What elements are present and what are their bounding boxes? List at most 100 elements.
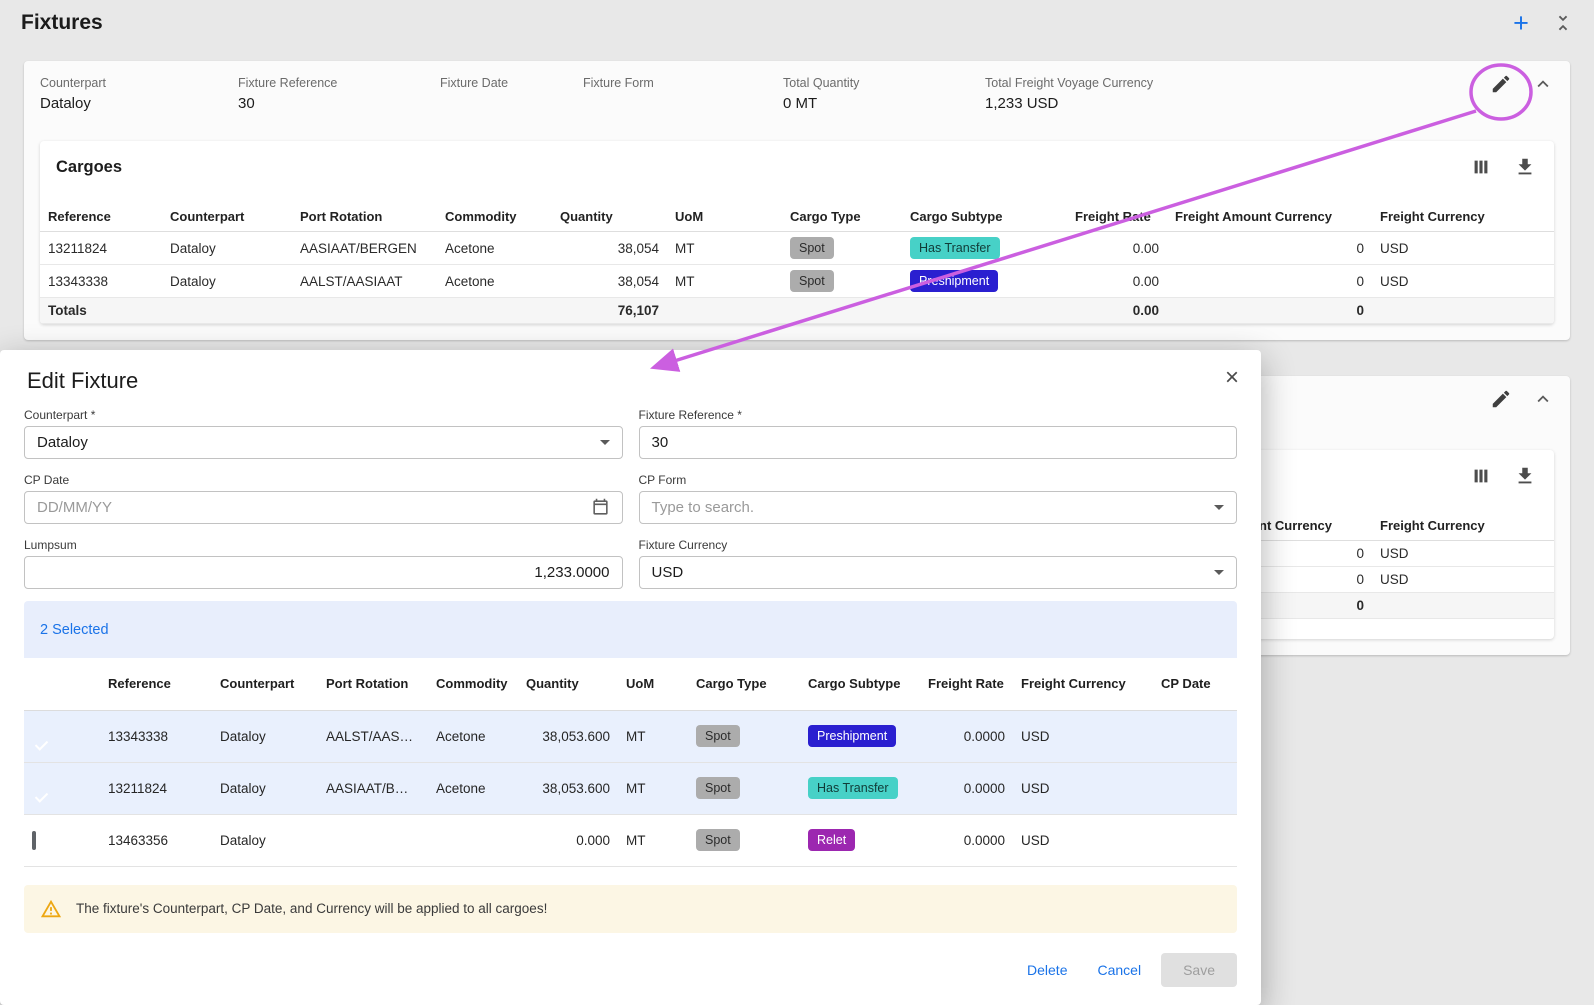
counterpart-label: Counterpart * bbox=[24, 408, 623, 422]
cell-cargo-subtype: Has Transfer bbox=[902, 232, 1067, 265]
edit-fixture-button[interactable] bbox=[1488, 386, 1514, 412]
totals-freight-rate: 0.00 bbox=[1067, 298, 1167, 324]
cell-cargo-subtype: Has Transfer bbox=[800, 762, 920, 814]
selection-header-row: Reference Counterpart Port Rotation Comm… bbox=[24, 658, 1237, 710]
selection-bar: 2 Selected bbox=[24, 601, 1237, 658]
chevron-up-icon bbox=[1532, 388, 1554, 410]
cell-port-rotation: AALST/AASIAAT bbox=[292, 265, 437, 298]
cell-commodity: Acetone bbox=[428, 762, 518, 814]
lumpsum-input[interactable]: 1,233.0000 bbox=[24, 556, 623, 589]
col-uom: UoM bbox=[667, 202, 782, 232]
cargo-row[interactable]: 13211824 Dataloy AASIAAT/BERGEN Acetone … bbox=[40, 232, 1554, 265]
col-commodity: Commodity bbox=[428, 658, 518, 710]
cargoes-table: Reference Counterpart Port Rotation Comm… bbox=[40, 202, 1554, 324]
cell-quantity: 0.000 bbox=[518, 814, 618, 866]
cell-freight-rate: 0.00 bbox=[1067, 232, 1167, 265]
chevron-down-icon bbox=[1214, 570, 1224, 575]
cargo-subtype-badge: Preshipment bbox=[910, 270, 998, 292]
cp-form-label: CP Form bbox=[639, 473, 1238, 487]
lumpsum-value: 1,233.0000 bbox=[534, 564, 609, 581]
col-freight-rate: Freight Rate bbox=[920, 658, 1013, 710]
cell-cp-date bbox=[1153, 762, 1237, 814]
cell-freight-rate: 0.0000 bbox=[920, 710, 1013, 762]
chevron-down-icon bbox=[600, 440, 610, 445]
pencil-icon bbox=[1490, 388, 1512, 410]
download-button[interactable] bbox=[1512, 463, 1538, 489]
cell-uom: MT bbox=[618, 814, 688, 866]
calendar-icon[interactable] bbox=[591, 498, 610, 517]
cp-form-search-input[interactable]: Type to search. bbox=[639, 491, 1238, 524]
cargo-selection-row[interactable]: 13463356 Dataloy 0.000 MT Spot Relet 0.0… bbox=[24, 814, 1237, 866]
edit-fixture-form: Counterpart * Dataloy Fixture Reference … bbox=[0, 394, 1261, 589]
counterpart-value: Dataloy bbox=[37, 434, 600, 451]
cell-checkbox bbox=[24, 710, 100, 762]
columns-button[interactable] bbox=[1468, 154, 1494, 180]
cell-counterpart: Dataloy bbox=[212, 762, 318, 814]
counterpart-select[interactable]: Dataloy bbox=[24, 426, 623, 459]
col-commodity: Commodity bbox=[437, 202, 552, 232]
cell-freight-amount-currency: 0 bbox=[1167, 232, 1372, 265]
cargo-subtype-badge: Preshipment bbox=[808, 725, 896, 747]
fixture-currency-select[interactable]: USD bbox=[639, 556, 1238, 589]
cargo-selection-row[interactable]: 13343338 Dataloy AALST/AAS… Acetone 38,0… bbox=[24, 710, 1237, 762]
cell-uom: MT bbox=[618, 762, 688, 814]
dialog-actions: Delete Cancel Save bbox=[1017, 953, 1237, 987]
cp-date-input[interactable]: DD/MM/YY bbox=[24, 491, 623, 524]
cell-cargo-subtype: Preshipment bbox=[902, 265, 1067, 298]
collapse-card-button[interactable] bbox=[1530, 386, 1556, 412]
cancel-button[interactable]: Cancel bbox=[1087, 954, 1151, 986]
col-quantity: Quantity bbox=[518, 658, 618, 710]
selection-count: 2 Selected bbox=[40, 622, 109, 638]
cell-cargo-subtype: Relet bbox=[800, 814, 920, 866]
field-value: 1,233 USD bbox=[985, 95, 1554, 113]
lumpsum-label: Lumpsum bbox=[24, 538, 623, 552]
cargoes-header: Cargoes bbox=[40, 141, 1554, 190]
edit-fixture-button[interactable] bbox=[1488, 71, 1514, 97]
download-button[interactable] bbox=[1512, 154, 1538, 180]
cell-cargo-type: Spot bbox=[688, 814, 800, 866]
col-reference: Reference bbox=[40, 202, 162, 232]
save-button[interactable]: Save bbox=[1161, 953, 1237, 987]
columns-button[interactable] bbox=[1468, 463, 1494, 489]
cell-freight-currency: USD bbox=[1013, 762, 1153, 814]
summary-field-fixture-form: Fixture Form bbox=[583, 76, 783, 113]
cp-date-label: CP Date bbox=[24, 473, 623, 487]
unfold-less-icon bbox=[1552, 12, 1574, 34]
cargo-type-badge: Spot bbox=[696, 829, 740, 851]
fixture-currency-value: USD bbox=[652, 564, 1215, 581]
cargo-type-badge: Spot bbox=[790, 270, 834, 292]
totals-quantity: 76,107 bbox=[552, 298, 667, 324]
cp-form-placeholder: Type to search. bbox=[652, 499, 1215, 516]
col-cargo-subtype: Cargo Subtype bbox=[800, 658, 920, 710]
collapse-all-button[interactable] bbox=[1550, 10, 1576, 36]
cp-date-field-group: CP Date DD/MM/YY bbox=[24, 459, 623, 524]
close-button[interactable]: × bbox=[1217, 363, 1247, 393]
cargo-subtype-badge: Has Transfer bbox=[808, 777, 898, 799]
col-cp-date: CP Date bbox=[1153, 658, 1237, 710]
cp-form-field-group: CP Form Type to search. bbox=[639, 459, 1238, 524]
cell-freight-rate: 0.0000 bbox=[920, 814, 1013, 866]
collapse-card-button[interactable] bbox=[1530, 71, 1556, 97]
cell-select-all bbox=[24, 658, 100, 710]
col-counterpart: Counterpart bbox=[162, 202, 292, 232]
fixture-currency-label: Fixture Currency bbox=[639, 538, 1238, 552]
cargo-subtype-badge: Relet bbox=[808, 829, 855, 851]
cargo-row[interactable]: 13343338 Dataloy AALST/AASIAAT Acetone 3… bbox=[40, 265, 1554, 298]
cell-reference: 13463356 bbox=[100, 814, 212, 866]
cell-checkbox bbox=[24, 762, 100, 814]
field-value bbox=[440, 95, 583, 113]
cell-port-rotation: AASIAAT/BERGEN bbox=[292, 232, 437, 265]
cargo-selection-row[interactable]: 13211824 Dataloy AASIAAT/B… Acetone 38,0… bbox=[24, 762, 1237, 814]
summary-field-fixture-reference: Fixture Reference 30 bbox=[238, 76, 440, 113]
counterpart-field-group: Counterpart * Dataloy bbox=[24, 394, 623, 459]
delete-button[interactable]: Delete bbox=[1017, 954, 1077, 986]
cell-counterpart: Dataloy bbox=[162, 232, 292, 265]
cell-counterpart: Dataloy bbox=[212, 814, 318, 866]
warning-text: The fixture's Counterpart, CP Date, and … bbox=[76, 901, 547, 916]
row-checkbox-unchecked[interactable] bbox=[32, 831, 36, 850]
add-fixture-button[interactable]: + bbox=[1508, 10, 1534, 36]
cell-freight-currency: USD bbox=[1372, 265, 1554, 298]
field-label: Fixture Reference bbox=[238, 76, 440, 90]
fixture-reference-input[interactable]: 30 bbox=[639, 426, 1238, 459]
cargoes-toolbar bbox=[1468, 154, 1538, 180]
